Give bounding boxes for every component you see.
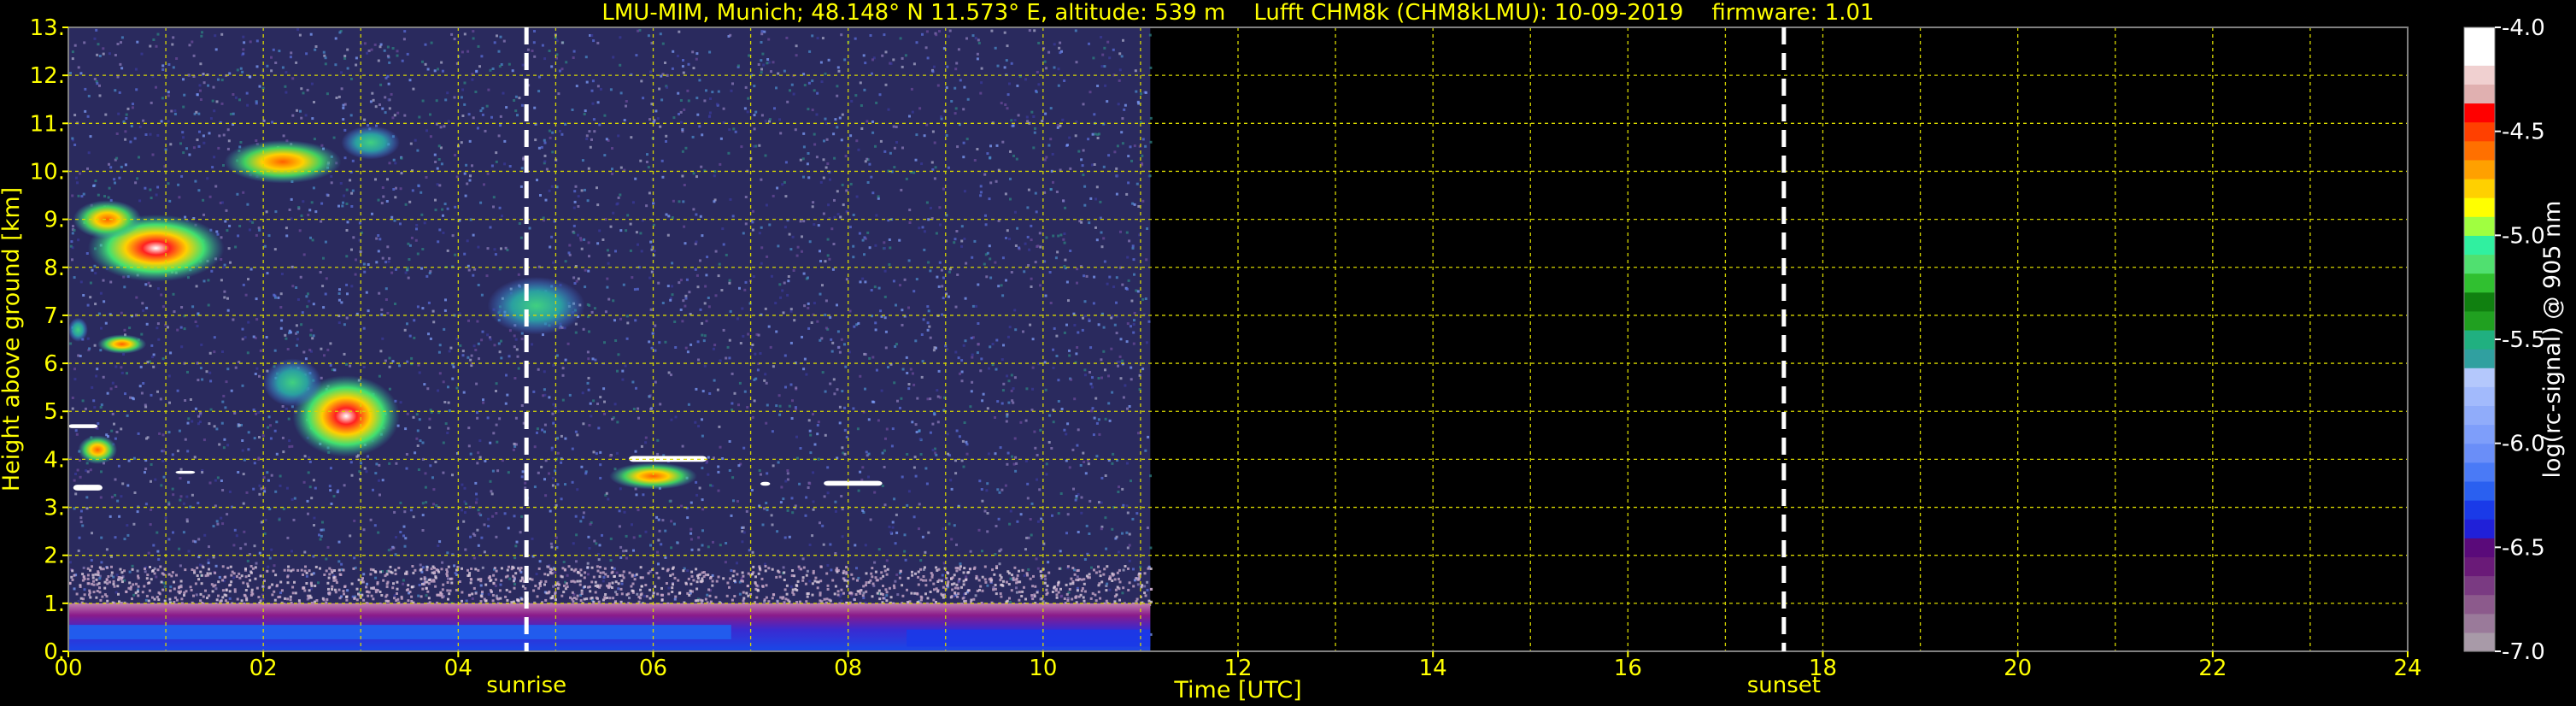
- boundary-layer-core-late: [907, 629, 1151, 647]
- x-tick-label: 04: [444, 656, 472, 681]
- y-tick-label: 9.: [44, 208, 65, 233]
- colorbar-segment: [2464, 235, 2495, 256]
- x-tick-label: 10: [1029, 656, 1057, 681]
- colorbar-segment: [2464, 216, 2495, 236]
- colorbar-segment: [2464, 443, 2495, 463]
- boundary-layer-core: [68, 625, 731, 639]
- saturated-signal: [175, 470, 196, 474]
- colorbar-segment: [2464, 178, 2495, 198]
- y-tick-label: 6.: [44, 351, 65, 377]
- colorbar-segment: [2464, 197, 2495, 217]
- y-tick-label: 2.: [44, 544, 65, 569]
- colorbar-segment: [2464, 103, 2495, 123]
- y-tick-label: 13.: [30, 15, 65, 41]
- x-tick-label: 24: [2393, 656, 2421, 681]
- colorbar-segment: [2464, 46, 2495, 66]
- colorbar-segment: [2464, 386, 2495, 407]
- y-axis-label: Height above ground [km]: [0, 187, 25, 491]
- colorbar: [2463, 26, 2496, 652]
- cloud-patch: [341, 126, 400, 160]
- cloud-patch: [487, 277, 585, 335]
- sunrise-label: sunrise: [486, 673, 566, 698]
- colorbar-segment: [2464, 84, 2495, 104]
- cloud-patch: [97, 334, 147, 354]
- colorbar-segment: [2464, 27, 2495, 47]
- saturated-signal: [760, 481, 771, 486]
- y-tick-label: 11.: [30, 111, 65, 137]
- colorbar-segment: [2464, 159, 2495, 179]
- saturated-signal: [628, 456, 707, 462]
- colorbar-segment: [2464, 613, 2495, 633]
- colorbar-tick-label: -6.5: [2502, 535, 2545, 561]
- colorbar-tick-label: -4.5: [2502, 120, 2545, 145]
- x-tick-label: 20: [2004, 656, 2032, 681]
- ceilometer-chart: sunrise sunset 00 02 04 06 08 10 12 14 16 18 20 22 24…: [0, 0, 2576, 706]
- colorbar-segment: [2464, 121, 2495, 142]
- colorbar-segment: [2464, 329, 2495, 350]
- y-tick-label: 1.: [44, 591, 65, 617]
- colorbar-segment: [2464, 462, 2495, 482]
- colorbar-tick-label: -7.0: [2502, 639, 2545, 665]
- colorbar-segment: [2464, 538, 2495, 557]
- cloud-patch: [263, 358, 322, 407]
- x-tick-label: 02: [249, 656, 278, 681]
- colorbar-segment: [2464, 291, 2495, 312]
- colorbar-segment: [2464, 140, 2495, 161]
- colorbar-segment: [2464, 405, 2495, 426]
- y-tick-label: 12.: [30, 63, 65, 89]
- x-tick-label: 06: [639, 656, 667, 681]
- colorbar-segment: [2464, 632, 2495, 652]
- saturated-signal: [824, 480, 883, 486]
- colorbar-segment: [2464, 500, 2495, 520]
- colorbar-segment: [2464, 65, 2495, 85]
- y-tick-label: 5.: [44, 399, 65, 425]
- cloud-patch: [68, 317, 88, 342]
- colorbar-tick-label: -4.0: [2502, 15, 2545, 41]
- colorbar-segment: [2464, 556, 2495, 577]
- y-tick-label: 10.: [30, 159, 65, 185]
- y-tick-label: 4.: [44, 447, 65, 473]
- x-tick-label: 18: [1809, 656, 1837, 681]
- saturated-signal: [68, 424, 98, 428]
- y-tick-label: 7.: [44, 303, 65, 329]
- y-tick-label: 0.: [44, 639, 65, 665]
- chart-title: LMU-MIM, Munich; 48.148° N 11.573° E, al…: [601, 0, 1874, 26]
- backscatter-heatmap: [68, 27, 1153, 651]
- colorbar-segment: [2464, 575, 2495, 596]
- noise-background: [68, 27, 1151, 651]
- cloud-patch: [224, 139, 342, 184]
- colorbar-segment: [2464, 254, 2495, 274]
- colorbar-segment: [2464, 310, 2495, 331]
- colorbar-segment: [2464, 273, 2495, 293]
- x-tick-label: 22: [2198, 656, 2227, 681]
- x-tick-label: 14: [1419, 656, 1447, 681]
- colorbar-segment: [2464, 594, 2495, 615]
- colorbar-segment: [2464, 480, 2495, 501]
- x-tick-label: 08: [834, 656, 862, 681]
- saturated-signal: [73, 485, 103, 491]
- x-tick-label: 16: [1614, 656, 1642, 681]
- colorbar-segment: [2464, 349, 2495, 368]
- colorbar-segment: [2464, 368, 2495, 387]
- colorbar-segment: [2464, 424, 2495, 444]
- colorbar-segment: [2464, 519, 2495, 538]
- y-tick-label: 8.: [44, 256, 65, 281]
- y-tick-label: 3.: [44, 496, 65, 521]
- colorbar-label: log(rc-signal) @ 905 nm: [2539, 201, 2566, 479]
- x-axis-label: Time [UTC]: [1173, 677, 1301, 703]
